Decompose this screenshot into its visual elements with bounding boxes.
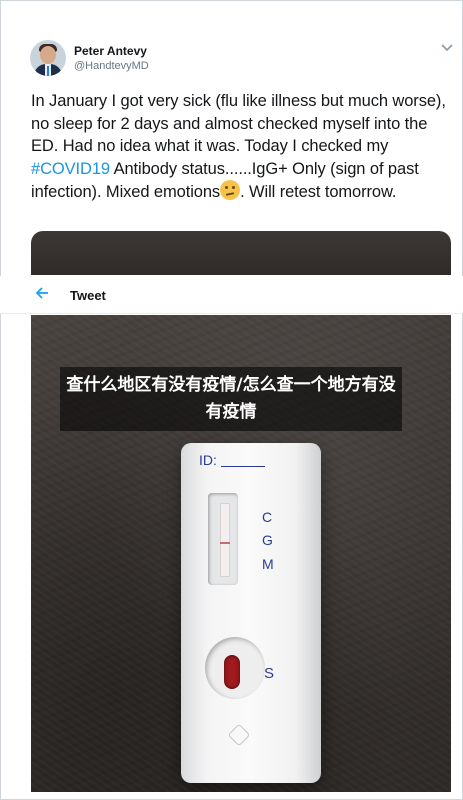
avatar-tie bbox=[47, 66, 49, 76]
test-cassette bbox=[181, 443, 321, 783]
kit-id-label: ID: bbox=[199, 452, 217, 468]
kit-g-label: G bbox=[262, 532, 273, 548]
sample-well bbox=[224, 655, 240, 689]
author-avatar[interactable] bbox=[30, 40, 66, 76]
author-handle[interactable]: @HandtevyMD bbox=[74, 60, 149, 72]
kit-id-line bbox=[221, 466, 265, 467]
avatar-face bbox=[40, 46, 56, 64]
test-band bbox=[220, 542, 230, 544]
chevron-down-icon[interactable] bbox=[440, 42, 454, 54]
kit-m-label: M bbox=[262, 556, 274, 572]
tweet-text-part: In January I got very sick (flu like ill… bbox=[31, 92, 446, 156]
tweet-text-part: . Will retest tomorrow. bbox=[240, 183, 397, 202]
tweet-image-top[interactable] bbox=[31, 231, 451, 275]
tweet-text: In January I got very sick (flu like ill… bbox=[31, 90, 451, 204]
author-name[interactable]: Peter Antevy bbox=[74, 44, 147, 58]
tweet-header-title: Tweet bbox=[70, 288, 106, 303]
hashtag-link[interactable]: #COVID19 bbox=[31, 160, 110, 178]
overlay-title: 查什么地区有没有疫情/怎么查一个地方有没有疫情 bbox=[66, 375, 396, 422]
arrow-left-icon[interactable] bbox=[34, 285, 50, 301]
thinking-face-icon bbox=[220, 180, 241, 201]
kit-s-label: S bbox=[264, 665, 275, 682]
test-strip bbox=[220, 503, 230, 577]
kit-c-label: C bbox=[262, 509, 273, 525]
